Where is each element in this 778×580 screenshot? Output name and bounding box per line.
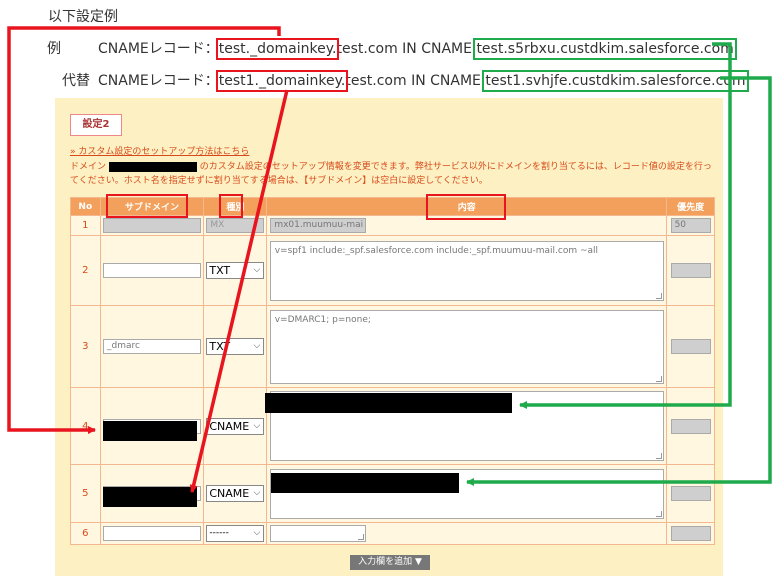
type-select[interactable]: TXT ⌵: [206, 338, 265, 355]
example2-record: CNAMEレコード：test1._domainkey.test.com IN C…: [98, 70, 749, 92]
col-header-priority: 優先度: [666, 197, 715, 216]
redacted-content-4: [265, 393, 512, 413]
col-header-no: No: [70, 197, 101, 216]
priority-input[interactable]: [670, 339, 711, 354]
subdomain-header-highlight: [106, 194, 188, 218]
content-input[interactable]: mx01.muumuu-mai: [270, 218, 367, 233]
type-header-highlight: [219, 194, 243, 218]
chevron-down-icon: ⌵: [253, 420, 261, 431]
redacted-domain: [108, 161, 197, 172]
subdomain-input[interactable]: [103, 526, 201, 541]
priority-input[interactable]: [670, 418, 711, 434]
settings-tab[interactable]: 設定2: [70, 114, 122, 136]
desc-prefix: ドメイン: [70, 162, 107, 172]
type-value: ------: [209, 528, 229, 538]
type-value: CNAME: [209, 419, 250, 433]
chevron-down-icon: ⌵: [253, 488, 261, 498]
redacted-content-5: [271, 473, 459, 493]
setup-guide-link[interactable]: » カスタム設定のセットアップ方法はこちら: [70, 144, 249, 157]
settings-description: ドメイン のカスタム設定のセットアップ情報を変更できます。弊社サービス以外にドメ…: [70, 160, 720, 188]
type-value: TXT: [209, 264, 231, 277]
row-number: 6: [70, 522, 101, 545]
type-select[interactable]: TXT ⌵: [206, 262, 265, 279]
type-select[interactable]: CNAME ⌵: [206, 485, 265, 502]
type-select[interactable]: ------ ⌵: [206, 525, 265, 542]
example2-mid: test.com IN CNAME: [345, 73, 486, 89]
table-row: 1 MX mx01.muumuu-mai 50: [70, 215, 715, 236]
table-row: 6 ------ ⌵: [70, 522, 715, 545]
priority-input[interactable]: [670, 486, 711, 501]
table-row: 2 TXT ⌵ v=spf1 include:_spf.salesforce.co…: [70, 235, 715, 306]
type-value: TXT: [209, 340, 231, 353]
row-number: 2: [70, 235, 101, 306]
row-number: 3: [70, 305, 101, 388]
example1-record: CNAMEレコード：test._domainkey.test.com IN CN…: [98, 38, 737, 60]
example1-target: test.s5rbxu.custdkim.salesforce.com: [473, 38, 737, 60]
subdomain-input[interactable]: [103, 218, 201, 233]
example1-label: 例: [47, 41, 61, 57]
type-select[interactable]: CNAME ⌵: [206, 417, 265, 435]
content-header-highlight: [426, 194, 506, 220]
table-row: 3 _dmarc TXT ⌵ v=DMARC1; p=none;: [70, 305, 715, 388]
example2-host: test1._domainkey.: [215, 70, 349, 92]
chevron-down-icon: ⌵: [253, 341, 261, 351]
example2-label: 代替: [62, 73, 90, 89]
example1-host: test._domainkey.: [215, 38, 340, 60]
priority-input[interactable]: [670, 263, 711, 278]
redacted-subdomain-5: [103, 487, 197, 507]
type-value: CNAME: [209, 487, 250, 500]
example2-record-type: CNAMEレコード：: [98, 73, 219, 89]
priority-input[interactable]: [670, 526, 711, 541]
row-number: 5: [70, 464, 101, 523]
content-textarea[interactable]: v=DMARC1; p=none;: [269, 309, 664, 384]
chevron-down-icon: ⌵: [253, 265, 261, 275]
chevron-down-icon: ⌵: [253, 528, 261, 538]
example1-mid: test.com IN CNAME: [336, 41, 477, 57]
add-row-button[interactable]: 入力欄を追加 ▼: [350, 555, 430, 570]
example2-target: test1.svhjfe.custdkim.salesforce.com: [482, 70, 749, 92]
example1-record-type: CNAMEレコード：: [98, 41, 219, 57]
content-textarea[interactable]: v=spf1 include:_spf.salesforce.com inclu…: [269, 240, 664, 301]
redacted-subdomain-4: [103, 421, 197, 441]
page-heading: 以下設定例: [48, 9, 118, 25]
row-number: 4: [70, 387, 101, 465]
content-textarea[interactable]: [270, 525, 367, 542]
type-field[interactable]: MX: [206, 218, 265, 233]
subdomain-input[interactable]: [103, 263, 201, 278]
subdomain-input[interactable]: _dmarc: [103, 339, 201, 354]
priority-input[interactable]: 50: [670, 218, 711, 233]
row-number: 1: [70, 215, 101, 236]
